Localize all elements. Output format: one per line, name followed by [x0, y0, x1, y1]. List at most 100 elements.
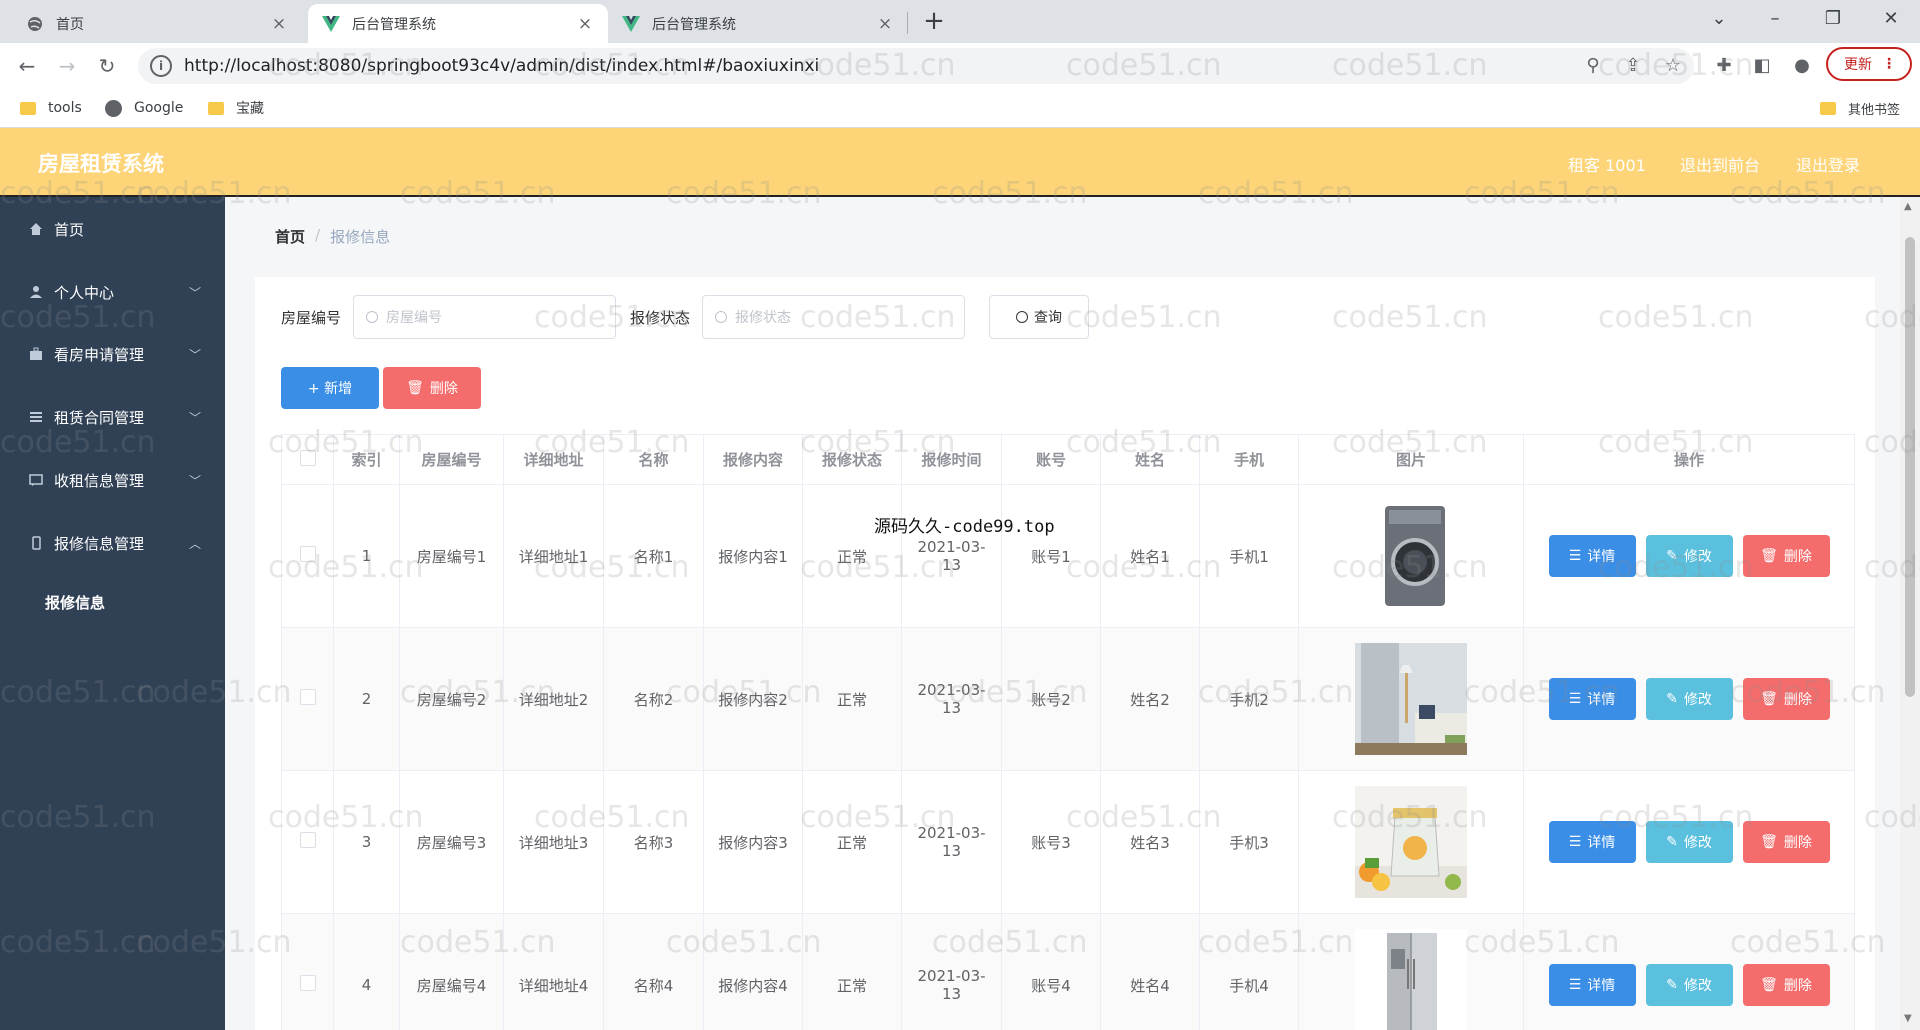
- reload-icon[interactable]: ↻: [92, 51, 122, 81]
- site-info-icon[interactable]: i: [150, 55, 172, 77]
- sidebar-subitem-repair-info[interactable]: 报修信息: [0, 582, 225, 622]
- cell-index: 4: [333, 913, 400, 1030]
- query-button[interactable]: 查询: [989, 295, 1090, 339]
- url-field[interactable]: i http://localhost:8080/springboot93c4v/…: [138, 48, 1694, 84]
- back-icon[interactable]: ←: [12, 51, 42, 81]
- sidebar-item-label: 收租信息管理: [54, 471, 145, 490]
- edit-icon: ✎: [1666, 977, 1678, 993]
- edit-label: 修改: [1683, 549, 1712, 565]
- close-tab-icon[interactable]: ×: [876, 14, 894, 34]
- cell-ops: ☰ 详情 ✎ 修改 🗑 删除: [1523, 627, 1855, 771]
- cell-image: [1298, 484, 1524, 628]
- detail-button[interactable]: ☰ 详情: [1548, 678, 1636, 720]
- delete-button[interactable]: 🗑 删除: [1742, 678, 1830, 720]
- trash-icon: 🗑: [1760, 834, 1778, 850]
- cell-house: 房屋编号3: [399, 770, 504, 914]
- delete-button[interactable]: 🗑 删除: [1742, 964, 1830, 1006]
- bookmark-google[interactable]: Google: [105, 96, 183, 120]
- extensions-icon[interactable]: ✚: [1710, 52, 1738, 80]
- batch-delete-button[interactable]: 🗑 删除: [383, 367, 481, 409]
- edit-button[interactable]: ✎ 修改: [1645, 964, 1733, 1006]
- col-header: 报修状态: [802, 434, 902, 485]
- trash-icon: 🗑: [1760, 548, 1778, 564]
- repair-table: 索引 房屋编号 详细地址 名称 报修内容 报修状态 报修时间 账号 姓名 手机 …: [281, 434, 1855, 1030]
- search-icon: [1016, 311, 1029, 323]
- bookmark-label: 宝藏: [236, 101, 264, 117]
- other-bookmarks-label: 其他书签: [1848, 102, 1901, 118]
- browser-tab[interactable]: 后台管理系统 ×: [608, 4, 908, 43]
- close-tab-icon[interactable]: ×: [270, 14, 288, 34]
- back-to-front-link[interactable]: 退出到前台: [1680, 152, 1760, 176]
- close-tab-icon[interactable]: ×: [576, 14, 594, 34]
- cell-image: [1298, 913, 1524, 1030]
- update-button[interactable]: 更新 ⋮: [1826, 47, 1912, 81]
- col-header: 操作: [1523, 434, 1855, 485]
- star-icon[interactable]: ☆: [1659, 52, 1687, 80]
- delete-button[interactable]: 🗑 删除: [1742, 821, 1830, 863]
- vue-logo-icon: [622, 15, 640, 33]
- action-bar: + 新增 🗑 删除: [281, 367, 481, 409]
- cell-status: 正常: [802, 484, 902, 628]
- minimize-icon[interactable]: –: [1746, 0, 1804, 40]
- sidebar-item-home[interactable]: 首页: [0, 209, 225, 249]
- row-checkbox[interactable]: [281, 913, 334, 1030]
- sidebar-item-rent[interactable]: 收租信息管理 ﹀: [0, 460, 225, 500]
- trash-icon: 🗑: [1760, 977, 1778, 993]
- row-checkbox[interactable]: [281, 627, 334, 771]
- add-button[interactable]: + 新增: [281, 367, 379, 409]
- col-header: 姓名: [1100, 434, 1200, 485]
- zoom-icon[interactable]: ⚲: [1579, 52, 1607, 80]
- delete-button[interactable]: 🗑 删除: [1742, 535, 1830, 577]
- sidebar-item-profile[interactable]: 个人中心 ﹀: [0, 272, 225, 312]
- scroll-up-icon[interactable]: ▲: [1904, 201, 1912, 212]
- other-bookmarks[interactable]: 其他书签: [1820, 96, 1900, 120]
- sidebar-item-viewing[interactable]: 看房申请管理 ﹀: [0, 334, 225, 374]
- table-row[interactable]: 4 房屋编号4 详细地址4 名称4 报修内容4 正常 2021-03-13 账号4 姓名4 手机4…: [281, 913, 1855, 1030]
- detail-button[interactable]: ☰ 详情: [1548, 964, 1636, 1006]
- table-row[interactable]: 2 房屋编号2 详细地址2 名称2 报修内容2 正常 2021-03-13 账号2 姓名2 手机2…: [281, 627, 1855, 771]
- table-row[interactable]: 3 房屋编号3 详细地址3 名称3 报修内容3 正常 2021-03-13 账号3 姓名3 手机3…: [281, 770, 1855, 914]
- scroll-thumb[interactable]: [1905, 237, 1915, 697]
- house-number-input[interactable]: 房屋编号: [353, 295, 617, 339]
- cell-status: 正常: [802, 913, 902, 1030]
- page-scrollbar[interactable]: ▲ ▼: [1900, 197, 1920, 1030]
- tab-search-icon[interactable]: ⌄: [1690, 0, 1748, 40]
- browser-tab-active[interactable]: 后台管理系统 ×: [308, 4, 608, 43]
- breadcrumb-home[interactable]: 首页: [275, 226, 305, 247]
- profile-icon[interactable]: ●: [1788, 52, 1816, 80]
- sidebar-item-repair[interactable]: 报修信息管理 ︿: [0, 523, 225, 563]
- detail-button[interactable]: ☰ 详情: [1548, 535, 1636, 577]
- edit-label: 修改: [1683, 978, 1712, 994]
- row-checkbox[interactable]: [281, 770, 334, 914]
- detail-button[interactable]: ☰ 详情: [1548, 821, 1636, 863]
- restore-icon[interactable]: ❐: [1804, 0, 1862, 40]
- bookmark-tools[interactable]: tools: [20, 96, 82, 120]
- home-icon: [28, 221, 44, 237]
- cell-account: 账号1: [1001, 484, 1101, 628]
- sidepanel-icon[interactable]: ◧: [1748, 52, 1776, 80]
- cell-name: 名称1: [603, 484, 704, 628]
- edit-button[interactable]: ✎ 修改: [1645, 678, 1733, 720]
- sidebar-item-contract[interactable]: 租赁合同管理 ﹀: [0, 397, 225, 437]
- content-panel: 房屋编号 房屋编号 报修状态 报修状态 查询 + 新增 🗑 删除 索引 房屋编号…: [255, 277, 1875, 1030]
- share-icon[interactable]: ⇪: [1619, 52, 1647, 80]
- sidebar-item-label: 个人中心: [54, 283, 115, 302]
- select-all-checkbox[interactable]: [281, 434, 334, 485]
- browser-tab[interactable]: 首页 ×: [12, 4, 302, 43]
- logout-link[interactable]: 退出登录: [1796, 152, 1860, 176]
- forward-icon[interactable]: →: [52, 51, 82, 81]
- table-row[interactable]: 1 房屋编号1 详细地址1 名称1 报修内容1 正常 2021-03-13 账号1 姓名1 手机1…: [281, 484, 1855, 628]
- kettle-image: [1355, 786, 1467, 898]
- cell-time: 2021-03-13: [901, 770, 1002, 914]
- bookmark-treasure[interactable]: 宝藏: [208, 96, 264, 120]
- edit-button[interactable]: ✎ 修改: [1645, 821, 1733, 863]
- row-checkbox[interactable]: [281, 484, 334, 628]
- edit-button[interactable]: ✎ 修改: [1645, 535, 1733, 577]
- bookmark-label: Google: [134, 100, 184, 116]
- close-window-icon[interactable]: ✕: [1862, 0, 1920, 40]
- col-header: 报修内容: [703, 434, 803, 485]
- repair-status-input[interactable]: 报修状态: [702, 295, 966, 339]
- refrigerator-image: [1355, 929, 1467, 1030]
- new-tab-button[interactable]: +: [918, 6, 950, 38]
- scroll-down-icon[interactable]: ▼: [1904, 1013, 1912, 1024]
